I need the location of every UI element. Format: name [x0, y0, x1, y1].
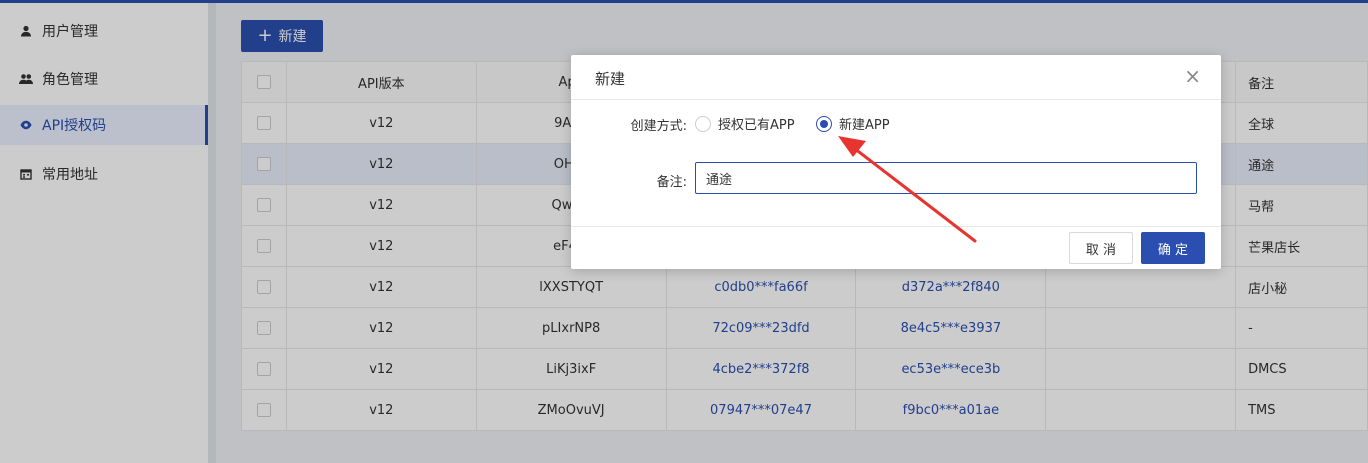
create-mode-label: 创建方式:: [630, 119, 687, 134]
close-icon[interactable]: ×: [1184, 64, 1201, 88]
dialog-footer-divider: [571, 226, 1221, 227]
dialog-header-divider: [571, 99, 1221, 100]
radio-icon: [695, 115, 711, 132]
radio-label: 授权已有APP: [718, 118, 795, 133]
radio-label: 新建APP: [839, 118, 890, 133]
radio-authorize-existing-app[interactable]: 授权已有APP: [695, 114, 795, 133]
note-label: 备注:: [656, 175, 687, 190]
radio-create-new-app[interactable]: 新建APP: [816, 114, 890, 133]
radio-checked-icon: [816, 115, 832, 132]
confirm-button[interactable]: 确 定: [1141, 232, 1205, 264]
dialog-title: 新建: [595, 70, 626, 88]
cancel-button[interactable]: 取 消: [1069, 232, 1133, 264]
note-input[interactable]: [695, 162, 1197, 194]
new-dialog: 新建 × 创建方式: 授权已有APP 新建APP 备注: 取 消 确 定: [571, 55, 1221, 269]
